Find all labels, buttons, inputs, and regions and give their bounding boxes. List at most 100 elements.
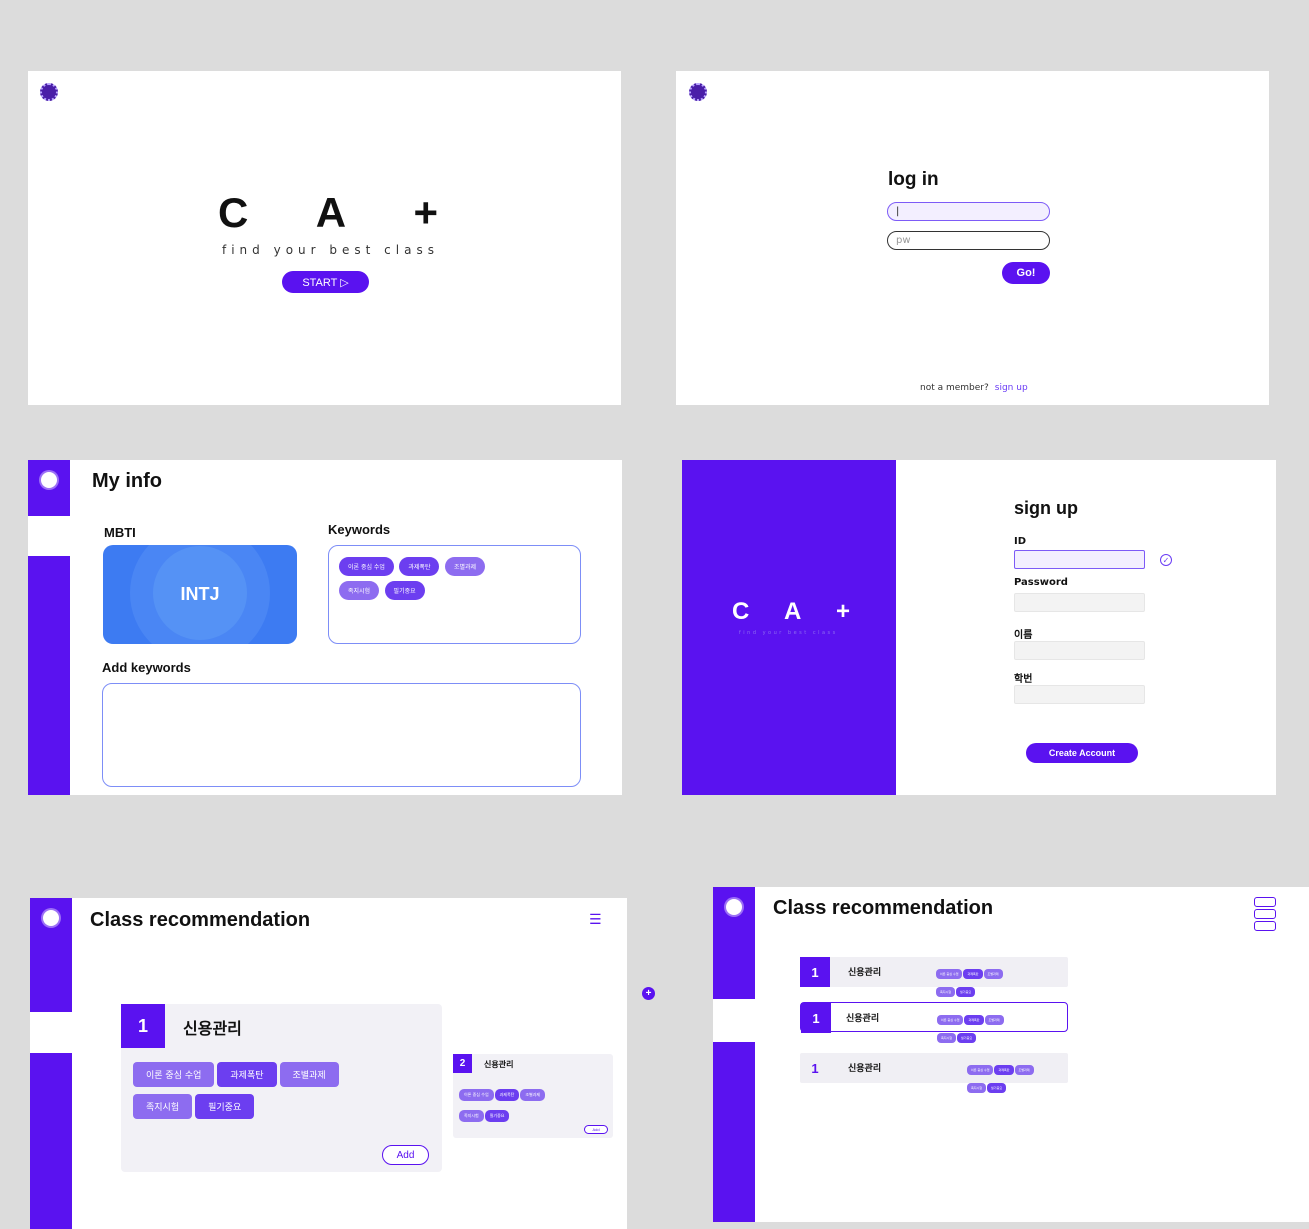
- class-rank: 2: [453, 1054, 472, 1073]
- add-keywords-label: Add keywords: [102, 660, 191, 675]
- keyword-tag: 과제폭탄: [494, 1089, 520, 1101]
- keyword-tag: 과제폭탄: [964, 1015, 984, 1025]
- logo-plus: +: [413, 189, 438, 236]
- class-name: 신용관리: [848, 1064, 882, 1074]
- keyword-tag: 필기중요: [987, 1083, 1007, 1093]
- signup-link[interactable]: sign up: [995, 383, 1028, 393]
- keyword-tag: 필기중요: [195, 1094, 255, 1119]
- keyword-tag: 조별과제: [520, 1089, 546, 1101]
- class-card-mini[interactable]: 2 신용관리 이론 중심 수업 과제폭탄 조별과제 족지시험 필기중요 Add: [453, 1054, 613, 1138]
- logo-letter-a: A: [783, 598, 802, 625]
- page-title: Class recommendation: [773, 897, 994, 919]
- class-card[interactable]: 1 신용관리 이론 중심 수업 과제폭탄 조별과제 족지시험 필기중요 Add: [121, 1004, 442, 1172]
- create-account-button[interactable]: Create Account: [1026, 743, 1138, 763]
- id-field[interactable]: [1014, 550, 1145, 569]
- class-row[interactable]: 1 신용관리 이론 중심 수업 과제폭탄 조별과제 족지시험 필기중요: [800, 957, 1068, 997]
- card-view-icon[interactable]: [1254, 897, 1276, 933]
- class-name: 신용관리: [848, 968, 882, 978]
- keyword-tag[interactable]: 이론 중심 수업: [339, 557, 394, 576]
- keyword-tag[interactable]: 필기중요: [384, 581, 425, 600]
- keyword-tag: 족지시험: [936, 987, 956, 997]
- tagline: find your best class: [222, 243, 439, 257]
- keyword-tag: 과제폭탄: [963, 969, 983, 979]
- brand-logo: C A +: [732, 598, 850, 626]
- sidebar-active-item[interactable]: [28, 516, 70, 556]
- check-icon: ✓: [1160, 554, 1172, 566]
- class-rank: 1: [811, 1060, 819, 1076]
- password-input[interactable]: pw: [887, 231, 1050, 250]
- class-rank: 1: [800, 957, 830, 987]
- keyword-tag: 족지시험: [967, 1083, 987, 1093]
- mbti-value: INTJ: [180, 584, 220, 604]
- student-id-field[interactable]: [1014, 685, 1145, 704]
- sidebar-active-item[interactable]: [713, 999, 755, 1042]
- login-screen: log in | pw Go! not a member? sign up: [676, 71, 1269, 405]
- page-title: My info: [92, 470, 162, 492]
- keyword-tag[interactable]: 조별과제: [444, 557, 486, 576]
- keyword-tag: 조별과제: [984, 1015, 1004, 1025]
- logo-letter-c: C: [732, 598, 750, 625]
- sidebar-active-item[interactable]: [30, 1012, 72, 1053]
- plus-icon[interactable]: +: [642, 987, 655, 1000]
- class-tags: 이론 중심 수업 과제폭탄 조별과제 족지시험 필기중요: [936, 962, 1026, 998]
- password-field[interactable]: [1014, 593, 1145, 612]
- class-row[interactable]: 1 신용관리 이론 중심 수업 과제폭탄 조별과제 족지시험 필기중요: [800, 1053, 1068, 1093]
- id-input[interactable]: |: [887, 202, 1050, 221]
- keyword-tag: 필기중요: [956, 987, 976, 997]
- class-tags: 이론 중심 수업 과제폭탄 조별과제 족지시험 필기중요: [967, 1058, 1057, 1094]
- student-id-label: 학번: [1014, 674, 1033, 685]
- name-label: 이름: [1014, 630, 1033, 641]
- class-tags: 이론 중심 수업 과제폭탄 조별과제 족지시험 필기중요: [459, 1083, 573, 1125]
- list-view-icon[interactable]: ☰: [589, 911, 602, 928]
- keyword-tag: 필기중요: [957, 1033, 977, 1043]
- keyword-tag: 족지시험: [133, 1094, 193, 1119]
- keyword-tag: 조별과제: [1014, 1065, 1034, 1075]
- keyword-tag: 족지시험: [459, 1110, 484, 1122]
- logo-plus: +: [835, 598, 850, 625]
- logo-letter-a: A: [315, 189, 347, 236]
- keyword-tag: 이론 중심 수업: [936, 969, 963, 979]
- class-recommendation-screen: Class recommendation ☰ 1 신용관리 이론 중심 수업 과제…: [30, 898, 627, 1229]
- keyword-tag: 이론 중심 수업: [133, 1062, 215, 1087]
- splash-screen: C A + find your best class START ▷: [28, 71, 621, 405]
- tagline: find your best class: [739, 630, 838, 636]
- keyword-tag: 과제폭탄: [217, 1062, 277, 1087]
- keywords-label: Keywords: [328, 522, 391, 537]
- my-info-screen: My info MBTI Keywords INTJ 이론 중심 수업 과제폭탄…: [28, 460, 622, 795]
- name-field[interactable]: [1014, 641, 1145, 660]
- sidebar: [28, 460, 70, 795]
- class-rank: 1: [121, 1004, 165, 1048]
- go-button[interactable]: Go!: [1002, 262, 1050, 284]
- signup-prompt: not a member? sign up: [920, 383, 1028, 393]
- keyword-tag: 이론 중심 수업: [967, 1065, 994, 1075]
- class-name: 신용관리: [846, 1014, 880, 1024]
- keyword-tag: 이론 중심 수업: [937, 1015, 964, 1025]
- keyword-tag[interactable]: 족지시험: [339, 581, 380, 600]
- id-label: ID: [1014, 536, 1027, 547]
- start-button[interactable]: START ▷: [282, 271, 369, 293]
- signup-title: sign up: [1014, 498, 1078, 518]
- class-recommendation-list-screen: Class recommendation 1 신용관리 이론 중심 수업 과제폭탄…: [713, 887, 1309, 1222]
- class-name: 신용관리: [484, 1060, 514, 1069]
- keywords-box: 이론 중심 수업 과제폭탄 조별과제 족지시험 필기중요: [328, 545, 581, 644]
- app-logo-icon: [40, 83, 58, 101]
- brand-panel: C A + find your best class: [682, 460, 896, 795]
- mbti-card[interactable]: INTJ: [103, 545, 297, 644]
- class-row-selected[interactable]: 1 신용관리 이론 중심 수업 과제폭탄 조별과제 족지시험 필기중요: [800, 1002, 1068, 1043]
- signup-screen: C A + find your best class sign up ID ✓ …: [682, 460, 1276, 795]
- app-logo-icon: [689, 83, 707, 101]
- add-class-button[interactable]: Add: [584, 1125, 608, 1134]
- password-label: Password: [1014, 577, 1068, 588]
- add-keywords-input[interactable]: [102, 683, 581, 787]
- page-title: Class recommendation: [90, 909, 311, 931]
- class-rank: 1: [801, 1003, 831, 1033]
- keyword-tag[interactable]: 과제폭탄: [399, 557, 440, 576]
- brand-logo: C A +: [218, 189, 438, 237]
- add-class-button[interactable]: Add: [382, 1145, 429, 1165]
- sidebar: [713, 887, 755, 1222]
- mbti-label: MBTI: [104, 525, 136, 540]
- login-title: log in: [888, 169, 939, 190]
- keyword-tag: 조별과제: [983, 969, 1003, 979]
- app-logo-icon: [726, 899, 742, 915]
- logo-letter-c: C: [218, 189, 249, 236]
